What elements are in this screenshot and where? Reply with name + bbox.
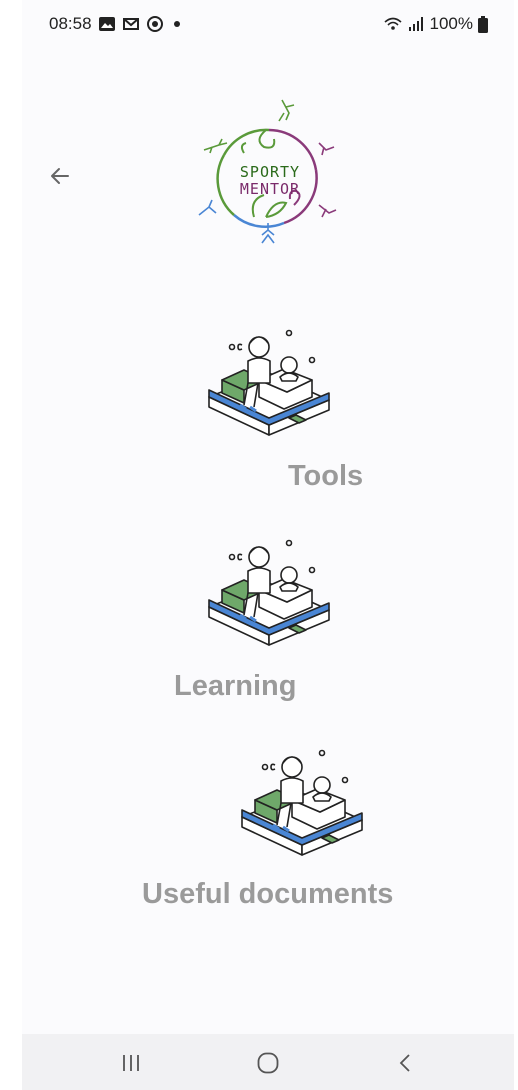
status-bar: 08:58 100%	[22, 0, 514, 50]
menu-item-tools[interactable]: Tools	[182, 320, 372, 495]
sporty-mentor-logo: SPORTY MENTOR	[198, 99, 337, 244]
signal-icon	[408, 17, 423, 31]
sync-icon	[146, 16, 163, 32]
person-on-sofa-illustration	[241, 749, 363, 856]
gallery-icon	[98, 17, 115, 31]
system-nav-bar	[22, 1034, 514, 1090]
recent-apps-icon	[123, 1055, 139, 1071]
menu-item-useful-documents-label: Useful documents	[142, 878, 394, 910]
menu-item-tools-label: Tools	[288, 460, 364, 492]
battery-icon	[478, 15, 488, 33]
nav-back-button[interactable]	[386, 1048, 426, 1078]
home-icon	[257, 1052, 279, 1074]
arrow-left-icon	[51, 168, 69, 184]
back-chevron-icon	[399, 1054, 410, 1072]
battery-percent: 100%	[429, 14, 473, 33]
menu-item-learning[interactable]: Learning	[172, 535, 372, 710]
app-screen: 08:58 100% SPORTY MENTOR Tools Learning …	[22, 0, 514, 1090]
recent-apps-button[interactable]	[111, 1048, 151, 1078]
notification-dot	[173, 21, 180, 27]
status-left: 08:58	[49, 14, 180, 34]
status-right: 100%	[383, 14, 488, 34]
logo-text-line1: SPORTY	[240, 163, 300, 181]
menu-item-learning-label: Learning	[174, 670, 297, 702]
person-on-sofa-illustration	[208, 329, 330, 436]
person-on-sofa-illustration	[208, 539, 330, 646]
home-button[interactable]	[248, 1048, 288, 1078]
logo-text-line2: MENTOR	[240, 180, 300, 198]
back-button[interactable]	[42, 158, 78, 194]
gmail-icon	[122, 18, 139, 30]
menu-item-useful-documents[interactable]: Useful documents	[140, 745, 400, 920]
wifi-icon	[383, 17, 402, 30]
status-time: 08:58	[49, 14, 92, 33]
